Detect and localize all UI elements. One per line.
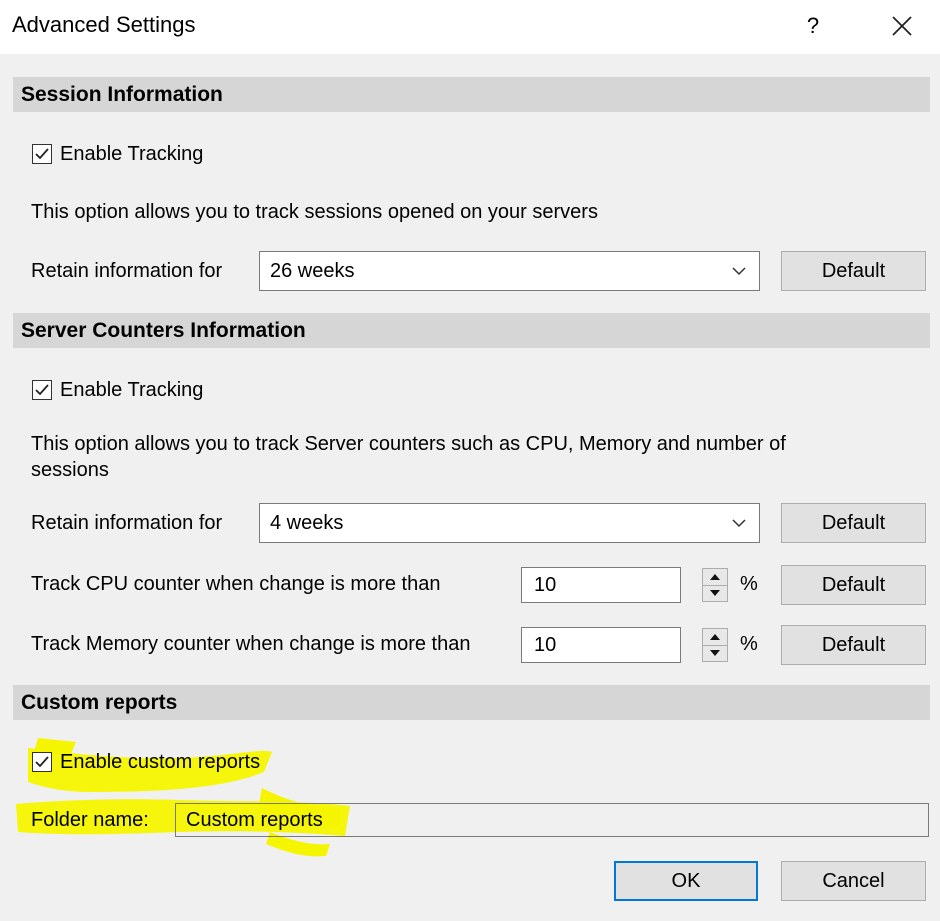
folder-name-value: Custom reports <box>186 809 323 831</box>
cpu-default-button[interactable]: Default <box>781 565 926 605</box>
counters-description-line1: This option allows you to track Server c… <box>31 433 786 455</box>
close-button[interactable] <box>882 6 922 46</box>
custom-reports-checkbox[interactable] <box>32 752 52 772</box>
folder-name-label: Folder name: <box>31 809 149 831</box>
title-bar: Advanced Settings ? <box>0 0 940 54</box>
memory-percent-unit: % <box>740 633 758 655</box>
section-header-counters: Server Counters Information <box>13 313 930 348</box>
spin-up-button[interactable] <box>703 569 727 586</box>
help-button[interactable]: ? <box>798 6 828 46</box>
counters-description-line2: sessions <box>31 459 109 481</box>
counters-enable-label: Enable Tracking <box>60 378 204 401</box>
custom-reports-enable[interactable]: Enable custom reports <box>32 749 260 775</box>
cpu-threshold-spinner[interactable] <box>702 568 728 602</box>
counters-retain-default-button[interactable]: Default <box>781 503 926 543</box>
custom-reports-enable-label: Enable custom reports <box>60 750 261 773</box>
checkmark-icon <box>35 756 49 768</box>
memory-default-button[interactable]: Default <box>781 625 926 665</box>
section-header-custom-reports: Custom reports <box>13 685 930 720</box>
counters-enable-checkbox[interactable] <box>32 380 52 400</box>
counters-retain-value: 4 weeks <box>270 512 344 534</box>
triangle-down-icon <box>710 590 720 596</box>
spin-up-button[interactable] <box>703 629 727 646</box>
dialog-title: Advanced Settings <box>12 12 196 37</box>
memory-counter-label: Track Memory counter when change is more… <box>31 633 471 655</box>
memory-threshold-spinner[interactable] <box>702 628 728 662</box>
triangle-up-icon <box>710 574 720 580</box>
close-icon <box>892 16 912 36</box>
chevron-down-icon <box>732 519 746 528</box>
session-default-button[interactable]: Default <box>781 251 926 291</box>
folder-name-input[interactable]: Custom reports <box>175 803 929 837</box>
session-enable-label: Enable Tracking <box>60 142 204 165</box>
ok-button[interactable]: OK <box>614 861 758 901</box>
session-retain-value: 26 weeks <box>270 260 355 282</box>
session-retain-label: Retain information for <box>31 260 223 282</box>
triangle-down-icon <box>710 650 720 656</box>
cancel-button[interactable]: Cancel <box>781 861 926 901</box>
counters-enable-tracking[interactable]: Enable Tracking <box>32 377 203 403</box>
cpu-threshold-input[interactable]: 10 <box>521 567 681 603</box>
spin-down-button[interactable] <box>703 585 727 601</box>
checkmark-icon <box>35 148 49 160</box>
section-header-session: Session Information <box>13 77 930 112</box>
cpu-percent-unit: % <box>740 573 758 595</box>
triangle-up-icon <box>710 634 720 640</box>
session-enable-tracking[interactable]: Enable Tracking <box>32 141 203 167</box>
session-retain-dropdown[interactable]: 26 weeks <box>259 251 760 291</box>
spin-down-button[interactable] <box>703 645 727 661</box>
chevron-down-icon <box>732 267 746 276</box>
checkmark-icon <box>35 384 49 396</box>
session-enable-checkbox[interactable] <box>32 144 52 164</box>
dialog-body <box>0 54 940 921</box>
memory-threshold-input[interactable]: 10 <box>521 627 681 663</box>
counters-retain-dropdown[interactable]: 4 weeks <box>259 503 760 543</box>
session-description: This option allows you to track sessions… <box>31 201 598 223</box>
cpu-counter-label: Track CPU counter when change is more th… <box>31 573 441 595</box>
counters-retain-label: Retain information for <box>31 512 223 534</box>
